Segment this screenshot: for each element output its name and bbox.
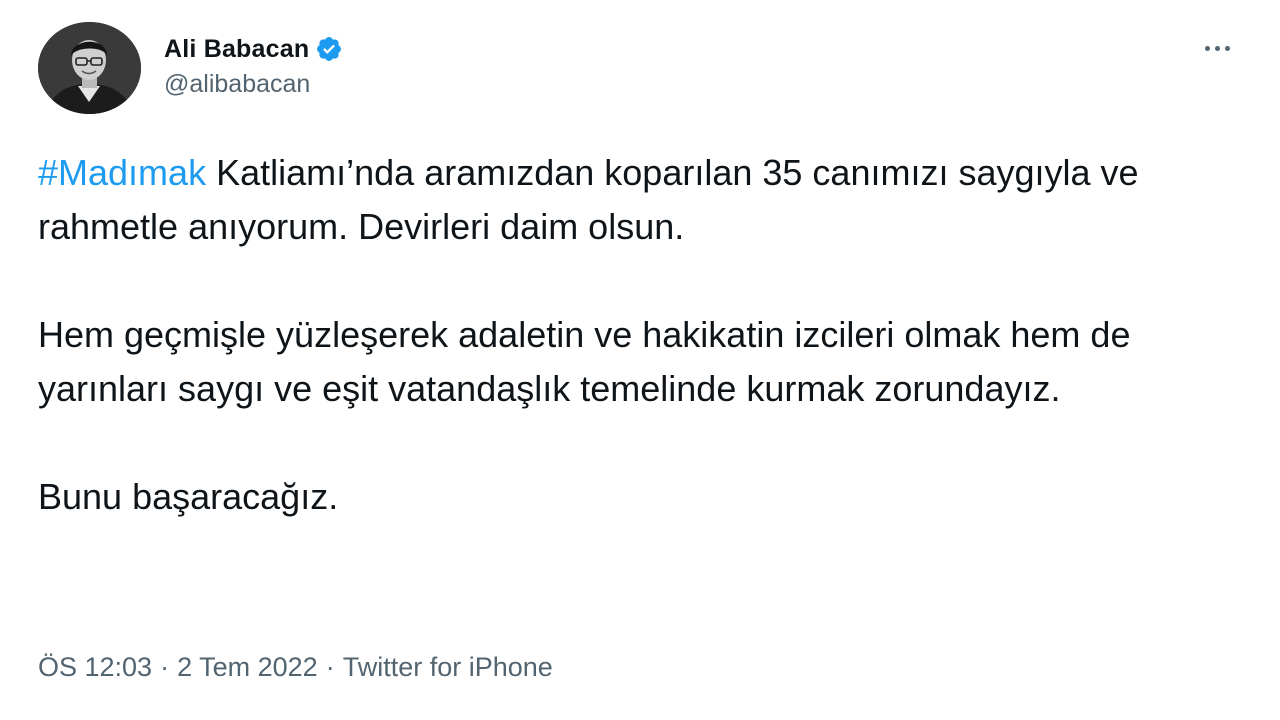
tweet-meta: ÖS 12:03 · 2 Tem 2022 · Twitter for iPhone	[38, 652, 553, 683]
tweet-paragraph-2: Hem geçmişle yüzleşerek adaletin ve haki…	[38, 314, 1131, 409]
tweet-text: #Madımak Katliamı’nda aramızdan koparıla…	[38, 146, 1238, 524]
profile-photo	[38, 22, 141, 114]
more-options-button[interactable]	[1194, 36, 1240, 60]
meta-separator: ·	[160, 652, 170, 682]
tweet-card: Ali Babacan @alibabacan #Madımak Katliam…	[0, 0, 1280, 720]
verified-badge-icon	[315, 35, 343, 63]
display-name[interactable]: Ali Babacan	[164, 35, 309, 64]
avatar[interactable]	[38, 22, 141, 114]
tweet-date[interactable]: 2 Tem 2022	[177, 652, 318, 682]
tweet-source[interactable]: Twitter for iPhone	[343, 652, 553, 682]
hashtag-link[interactable]: #Madımak	[38, 152, 206, 193]
name-row: Ali Babacan	[164, 32, 343, 66]
author-block: Ali Babacan @alibabacan	[164, 32, 343, 99]
meta-separator: ·	[325, 652, 335, 682]
more-options-icon-dot	[1224, 45, 1230, 51]
tweet-time[interactable]: ÖS 12:03	[38, 652, 152, 682]
more-options-icon-dot	[1214, 45, 1220, 51]
more-options-icon	[1204, 45, 1210, 51]
tweet-paragraph-1: #Madımak Katliamı’nda aramızdan koparıla…	[38, 146, 1238, 254]
handle[interactable]: @alibabacan	[164, 70, 343, 99]
tweet-paragraph-3: Bunu başaracağız.	[38, 476, 339, 517]
